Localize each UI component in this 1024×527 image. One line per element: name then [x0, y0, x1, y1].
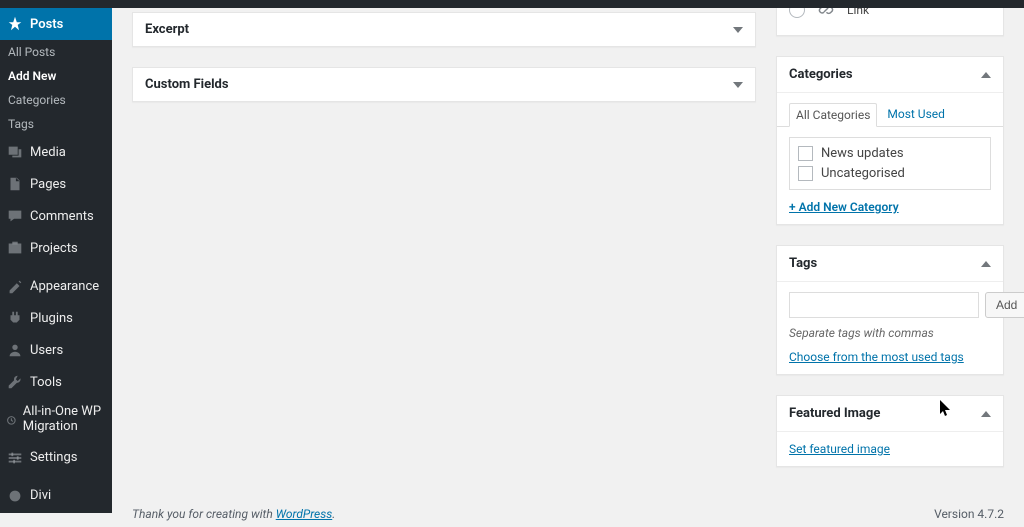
- chevron-up-icon: [981, 261, 991, 267]
- sidebar-sub-label: All Posts: [8, 45, 55, 59]
- sidebar-item-aiowpm[interactable]: All-in-One WP Migration: [0, 398, 112, 442]
- comments-icon: [6, 207, 24, 225]
- metabox-title: Tags: [789, 256, 817, 271]
- admin-sidebar: Posts All Posts Add New Categories Tags …: [0, 0, 112, 513]
- sidebar-item-media[interactable]: Media: [0, 136, 112, 168]
- metabox-featured-image: Featured Image Set featured image: [776, 395, 1004, 467]
- chevron-down-icon: [733, 82, 743, 88]
- sidebar-item-label: Tools: [30, 375, 62, 390]
- admin-footer: Thank you for creating with WordPress. V…: [132, 501, 1004, 527]
- page-icon: [6, 175, 24, 193]
- postbox-title: Excerpt: [145, 22, 189, 37]
- add-tag-button[interactable]: Add: [985, 292, 1024, 318]
- wordpress-link[interactable]: WordPress: [276, 507, 333, 521]
- add-new-category-link[interactable]: + Add New Category: [789, 200, 899, 214]
- most-used-tags-link[interactable]: Choose from the most used tags: [789, 350, 964, 364]
- sidebar-item-label: Divi: [30, 488, 51, 503]
- pin-icon: [6, 15, 24, 33]
- sidebar-item-plugins[interactable]: Plugins: [0, 302, 112, 334]
- sidebar-item-users[interactable]: Users: [0, 334, 112, 366]
- sidebar-item-settings[interactable]: Settings: [0, 442, 112, 474]
- sidebar-sub-label: Categories: [8, 93, 66, 107]
- postbox-custom-fields[interactable]: Custom Fields: [132, 67, 756, 102]
- sidebar-item-tools[interactable]: Tools: [0, 366, 112, 398]
- category-tabs: All Categories Most Used: [777, 103, 1003, 127]
- migration-icon: [6, 411, 17, 429]
- tools-icon: [6, 373, 24, 391]
- side-column: Link Categories All Categories Most Used: [776, 12, 1004, 487]
- projects-icon: [6, 239, 24, 257]
- chevron-up-icon: [981, 72, 991, 78]
- tab-label: All Categories: [796, 108, 870, 122]
- metabox-title: Featured Image: [789, 406, 880, 421]
- category-label: Uncategorised: [821, 166, 905, 181]
- tags-input[interactable]: [789, 292, 979, 318]
- sidebar-sub-add-new[interactable]: Add New: [0, 64, 112, 88]
- metabox-tags: Tags Add Separate tags with commas Choos…: [776, 245, 1004, 375]
- tab-all-categories[interactable]: All Categories: [789, 103, 877, 127]
- sidebar-sub-label: Tags: [8, 117, 34, 131]
- sidebar-item-projects[interactable]: Projects: [0, 232, 112, 264]
- category-list: News updates Uncategorised: [789, 137, 991, 190]
- appearance-icon: [6, 277, 24, 295]
- tab-label: Most Used: [887, 107, 945, 121]
- metabox-title: Categories: [789, 67, 853, 82]
- sidebar-item-label: Appearance: [30, 279, 99, 294]
- footer-period: .: [332, 507, 335, 521]
- sidebar-item-appearance[interactable]: Appearance: [0, 270, 112, 302]
- category-item[interactable]: News updates: [798, 146, 982, 161]
- metabox-header[interactable]: Tags: [777, 246, 1003, 282]
- metabox-categories: Categories All Categories Most Used News…: [776, 56, 1004, 225]
- sidebar-sub-tags[interactable]: Tags: [0, 112, 112, 136]
- sidebar-sub-categories[interactable]: Categories: [0, 88, 112, 112]
- sidebar-item-label: All-in-One WP Migration: [23, 405, 104, 435]
- postbox-excerpt[interactable]: Excerpt: [132, 12, 756, 47]
- sidebar-item-label: Comments: [30, 209, 94, 224]
- category-label: News updates: [821, 146, 904, 161]
- set-featured-image-link[interactable]: Set featured image: [789, 442, 890, 456]
- tags-help-text: Separate tags with commas: [789, 326, 991, 340]
- chevron-up-icon: [981, 411, 991, 417]
- footer-thanks-prefix: Thank you for creating with: [132, 507, 276, 521]
- sidebar-sub-label: Add New: [8, 69, 56, 83]
- admin-bar[interactable]: [0, 0, 1024, 8]
- metabox-header[interactable]: Categories: [777, 57, 1003, 93]
- sidebar-sub-all-posts[interactable]: All Posts: [0, 40, 112, 64]
- content-area: Excerpt Custom Fields Link: [112, 0, 1024, 527]
- sidebar-item-label: Media: [30, 145, 66, 160]
- sidebar-item-label: Projects: [30, 241, 78, 256]
- checkbox-icon: [798, 166, 813, 181]
- settings-icon: [6, 449, 24, 467]
- sidebar-item-pages[interactable]: Pages: [0, 168, 112, 200]
- checkbox-icon: [798, 146, 813, 161]
- sidebar-item-comments[interactable]: Comments: [0, 200, 112, 232]
- chevron-down-icon: [733, 27, 743, 33]
- divi-icon: [6, 487, 24, 505]
- media-icon: [6, 143, 24, 161]
- postbox-title: Custom Fields: [145, 77, 229, 92]
- footer-thanks: Thank you for creating with WordPress.: [132, 507, 335, 521]
- plugins-icon: [6, 309, 24, 327]
- sidebar-item-label: Pages: [30, 177, 66, 192]
- sidebar-item-posts[interactable]: Posts: [0, 8, 112, 40]
- sidebar-item-divi[interactable]: Divi: [0, 480, 112, 512]
- category-item[interactable]: Uncategorised: [798, 166, 982, 181]
- sidebar-item-label: Plugins: [30, 311, 73, 326]
- footer-version: Version 4.7.2: [934, 507, 1004, 521]
- tab-most-used[interactable]: Most Used: [881, 103, 951, 127]
- users-icon: [6, 341, 24, 359]
- sidebar-item-label: Settings: [30, 450, 77, 465]
- sidebar-item-label: Posts: [30, 17, 63, 32]
- metabox-header[interactable]: Featured Image: [777, 396, 1003, 432]
- sidebar-item-label: Users: [30, 343, 63, 358]
- main-column: Excerpt Custom Fields: [132, 12, 756, 487]
